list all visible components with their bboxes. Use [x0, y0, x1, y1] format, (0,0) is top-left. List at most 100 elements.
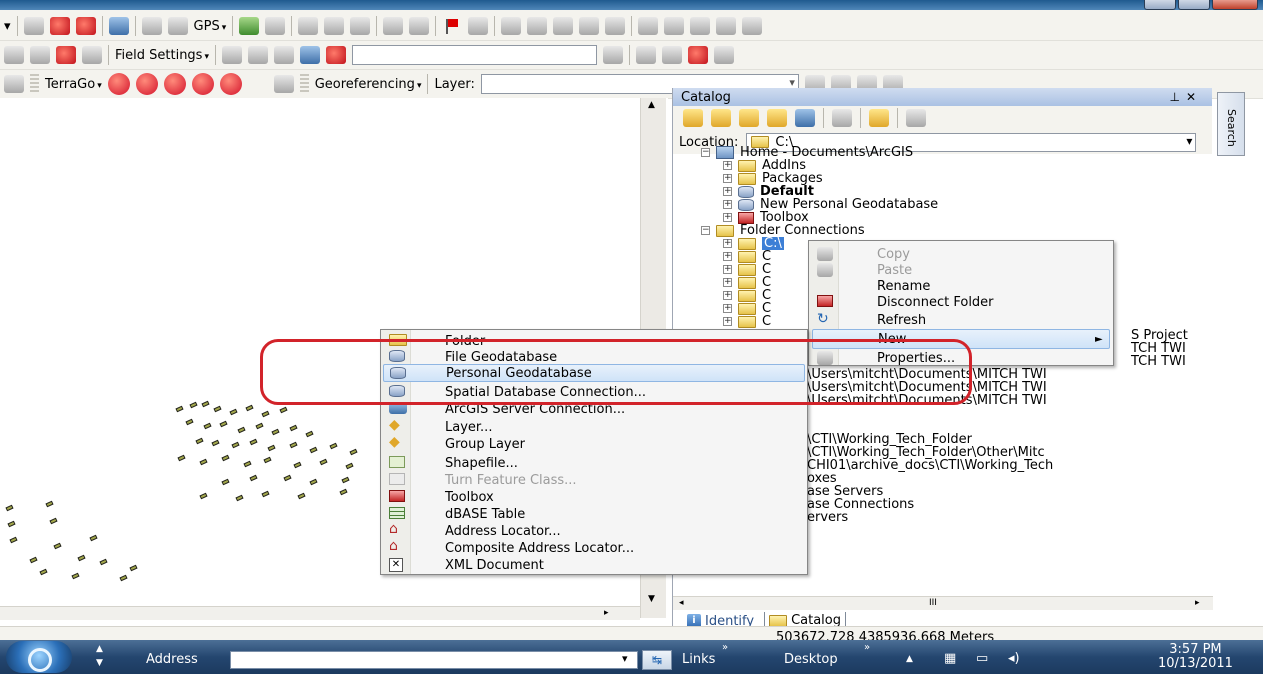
scroll-left-icon[interactable]: ◂	[679, 598, 684, 608]
menu-item-group-layer[interactable]: ◆ Group Layer	[381, 434, 807, 453]
terrago-menu[interactable]: TerraGo ▾	[45, 77, 102, 92]
terrago-button-2-icon[interactable]	[135, 73, 158, 95]
scroll-thumb[interactable]: III	[929, 598, 937, 608]
globe-icon[interactable]	[662, 46, 682, 64]
expand-icon[interactable]: +	[723, 213, 732, 222]
overflow-icon[interactable]	[167, 17, 188, 35]
collapse-icon[interactable]: −	[701, 226, 710, 235]
collapse-icon[interactable]: −	[701, 148, 710, 157]
camera-icon[interactable]	[636, 46, 656, 64]
expand-icon[interactable]: +	[723, 265, 732, 274]
chevron-down-icon[interactable]: ▾	[622, 652, 628, 665]
flag-icon[interactable]	[442, 17, 462, 35]
toggle-contents-icon[interactable]	[795, 109, 815, 127]
sketch-icon[interactable]	[239, 17, 260, 35]
chevron-down-icon[interactable]: ▾	[4, 19, 11, 34]
expand-icon[interactable]: +	[723, 291, 732, 300]
home-icon[interactable]	[767, 109, 787, 127]
tree-item-c[interactable]: + C	[723, 315, 771, 328]
reshape-icon[interactable]	[248, 46, 268, 64]
start-button[interactable]	[6, 641, 72, 673]
expand-icon[interactable]: +	[723, 200, 732, 209]
scroll-down-icon[interactable]: ▼	[648, 594, 655, 604]
overflow-icon[interactable]	[714, 46, 734, 64]
tree-item-new-pgdb[interactable]: + New Personal Geodatabase	[723, 198, 938, 211]
menu-item-shapefile[interactable]: Shapefile...	[381, 454, 807, 472]
terrago-button-3-icon[interactable]	[163, 73, 186, 95]
go-button[interactable]: ↹	[642, 650, 672, 670]
menu-item-xml-document[interactable]: ✕ XML Document	[381, 556, 807, 574]
scroll-up-icon[interactable]: ▲	[648, 100, 655, 110]
expand-icon[interactable]: +	[723, 239, 732, 248]
pin-icon[interactable]: ⊥	[1169, 90, 1185, 104]
field-icon[interactable]	[82, 46, 102, 64]
show-desktop-button[interactable]	[1222, 642, 1228, 672]
checkbox-tool-icon[interactable]	[30, 46, 50, 64]
menu-item-dbase-table[interactable]: dBASE Table	[381, 505, 807, 523]
map-horizontal-scrollbar[interactable]: ▸	[0, 606, 640, 620]
toolbar-input[interactable]	[352, 45, 597, 65]
expand-icon[interactable]: +	[723, 317, 732, 326]
terrago-button-1-icon[interactable]	[107, 73, 130, 95]
expand-icon[interactable]: +	[723, 278, 732, 287]
chevron-right-icon[interactable]: »	[864, 642, 870, 653]
window-icon[interactable]	[141, 17, 162, 35]
expand-icon[interactable]: +	[723, 304, 732, 313]
connect-folder-icon[interactable]	[869, 109, 889, 127]
tree-item-home[interactable]: − Home - Documents\ArcGIS	[701, 146, 913, 159]
menu-item-refresh[interactable]: ↻ Refresh	[809, 311, 1113, 329]
map-tool-icon[interactable]	[108, 17, 129, 35]
overflow-icon[interactable]	[603, 46, 623, 64]
add-data-icon[interactable]	[23, 17, 44, 35]
search-side-tab[interactable]: Search	[1217, 92, 1245, 156]
menu-item-address-locator[interactable]: ⌂ Address Locator...	[381, 521, 807, 540]
expand-icon[interactable]: +	[723, 174, 732, 183]
menu-item-composite-address-locator[interactable]: ⌂ Composite Address Locator...	[381, 538, 807, 557]
field-settings-menu[interactable]: Field Settings ▾	[115, 48, 209, 63]
editor-icon[interactable]	[300, 46, 320, 64]
tray-expand-icon[interactable]: ▲	[906, 654, 913, 664]
menu-item-disconnect-folder[interactable]: Disconnect Folder	[809, 293, 1113, 311]
tree-item-folder-connections[interactable]: − Folder Connections	[701, 224, 865, 237]
georeferencing-menu[interactable]: Georeferencing ▾	[315, 77, 422, 92]
up-folder-icon[interactable]	[739, 109, 759, 127]
scroll-right-icon[interactable]: ▸	[1195, 598, 1200, 608]
pin-icon[interactable]	[326, 46, 346, 64]
close-icon[interactable]: ✕	[1186, 90, 1202, 104]
tree-item-c-root[interactable]: + C:\	[723, 237, 784, 250]
gps-menu[interactable]: GPS ▾	[194, 19, 227, 34]
address-input[interactable]	[230, 651, 638, 669]
volume-icon[interactable]: ◂)	[1008, 651, 1020, 666]
star-icon[interactable]	[688, 46, 708, 64]
toolbar-up-icon[interactable]: ▲	[96, 644, 103, 654]
gps-stop-icon[interactable]	[75, 17, 96, 35]
minimize-button[interactable]	[1144, 0, 1176, 10]
forward-icon[interactable]	[711, 109, 731, 127]
toolbar-grip[interactable]	[30, 74, 39, 94]
filter-icon[interactable]	[4, 75, 24, 93]
scroll-right-icon[interactable]: ▸	[604, 608, 609, 618]
back-icon[interactable]	[683, 109, 703, 127]
links-label[interactable]: Links	[682, 652, 715, 667]
panel-controls[interactable]: ⊥✕	[1169, 90, 1212, 104]
gps-record-icon[interactable]	[49, 17, 70, 35]
overflow-icon[interactable]	[273, 75, 294, 93]
views-icon[interactable]	[832, 109, 852, 127]
expand-icon[interactable]: +	[723, 187, 732, 196]
close-button[interactable]	[1212, 0, 1258, 10]
catalog-horizontal-scrollbar[interactable]: ◂ III ▸	[673, 596, 1213, 610]
terrago-button-5-icon[interactable]	[219, 73, 242, 95]
expand-icon[interactable]: +	[723, 161, 732, 170]
menu-item-turn-feature-class[interactable]: Turn Feature Class...	[381, 471, 807, 489]
terrago-button-4-icon[interactable]	[191, 73, 214, 95]
cut-icon[interactable]	[274, 46, 294, 64]
expand-icon[interactable]: +	[723, 252, 732, 261]
network-tray-icon[interactable]: ▦	[944, 651, 956, 666]
toolbar-grip[interactable]	[299, 74, 309, 94]
overflow-icon[interactable]	[742, 17, 763, 35]
desktop-label[interactable]: Desktop	[784, 652, 838, 667]
toolbar-down-icon[interactable]: ▼	[96, 658, 103, 668]
edit-vertices-icon[interactable]	[222, 46, 242, 64]
menu-item-toolbox[interactable]: Toolbox	[381, 488, 807, 506]
display-tray-icon[interactable]: ▭	[976, 651, 988, 666]
